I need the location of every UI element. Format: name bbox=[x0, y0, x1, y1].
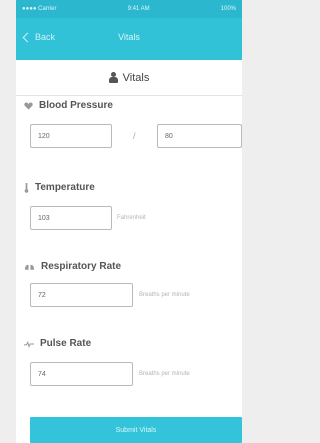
status-bar: ●●●● Carrier 9:41 AM 100% bbox=[16, 0, 242, 18]
blood-pressure-label: Blood Pressure bbox=[24, 100, 113, 111]
diastolic-input[interactable]: 80 bbox=[157, 124, 242, 148]
bp-separator: / bbox=[133, 131, 136, 141]
pulse-rate-input[interactable]: 74 bbox=[30, 362, 133, 386]
temperature-title: Temperature bbox=[35, 182, 95, 193]
temperature-input[interactable]: 103 bbox=[30, 206, 112, 230]
blood-pressure-title: Blood Pressure bbox=[39, 100, 113, 111]
respiratory-rate-title: Respiratory Rate bbox=[41, 261, 122, 272]
pulse-icon bbox=[24, 340, 34, 348]
respiratory-rate-unit: Breaths per minute bbox=[139, 292, 190, 298]
battery-text: 100% bbox=[220, 6, 236, 12]
heart-icon bbox=[24, 101, 33, 110]
pulse-rate-unit: Breaths per minute bbox=[139, 371, 190, 377]
pulse-rate-title: Pulse Rate bbox=[40, 338, 92, 349]
clock-text: 9:41 AM bbox=[127, 6, 150, 12]
submit-button[interactable]: Submit Vitals bbox=[30, 417, 242, 443]
respiratory-rate-label: Respiratory Rate bbox=[24, 261, 121, 272]
section-title: Vitals bbox=[122, 71, 150, 84]
lungs-icon bbox=[24, 264, 35, 270]
respiratory-rate-input[interactable]: 72 bbox=[30, 283, 133, 307]
carrier-text: ●●●● Carrier bbox=[22, 6, 57, 12]
systolic-input[interactable]: 120 bbox=[30, 124, 112, 148]
temperature-unit: Fahrenheit bbox=[117, 215, 146, 221]
temperature-label: Temperature bbox=[24, 182, 95, 193]
nav-bar: Back Vitals bbox=[16, 18, 242, 60]
pulse-rate-label: Pulse Rate bbox=[24, 338, 91, 349]
nav-title: Vitals bbox=[118, 32, 140, 42]
thermometer-icon bbox=[24, 182, 29, 193]
app-screen: ●●●● Carrier 9:41 AM 100% Back Vitals Vi… bbox=[16, 0, 242, 443]
person-icon bbox=[108, 72, 118, 83]
section-header: Vitals bbox=[16, 60, 242, 96]
